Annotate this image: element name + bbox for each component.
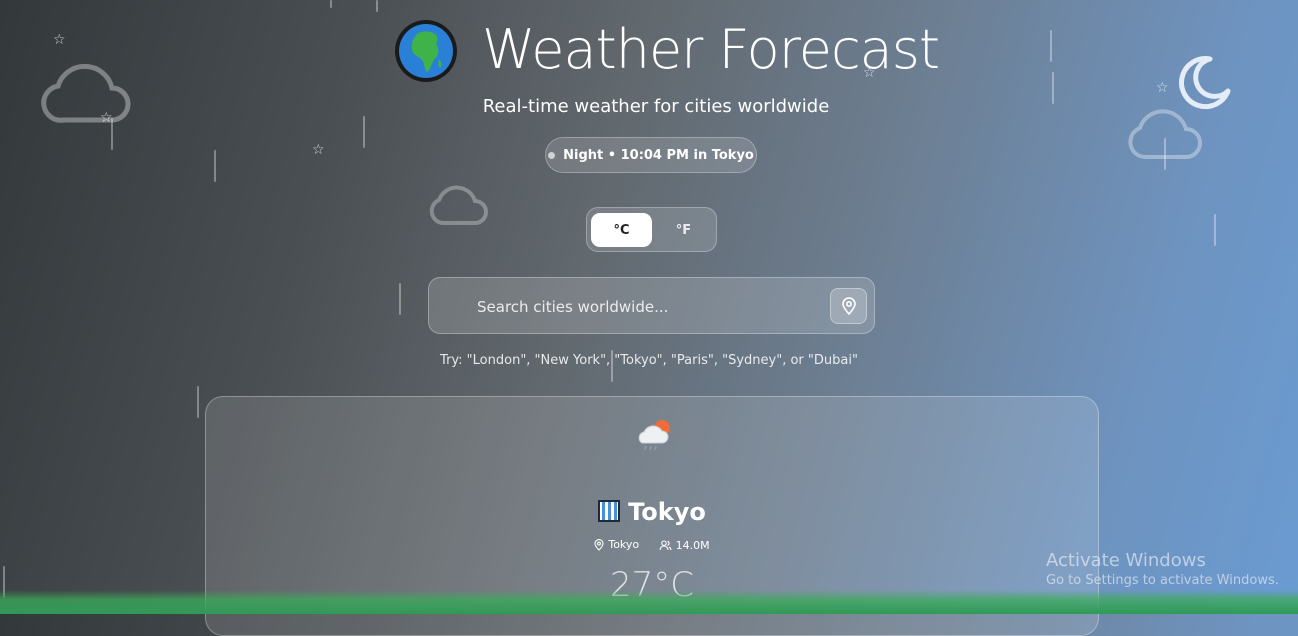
activate-windows-watermark: Activate Windows Go to Settings to activ… (1046, 550, 1279, 588)
unit-toggle: °C °F (586, 207, 717, 252)
rain-streak (399, 283, 401, 315)
ground-strip (0, 590, 1298, 614)
map-pin-icon (841, 297, 856, 315)
map-pin-icon (594, 538, 604, 551)
office-building-icon (598, 500, 621, 522)
location-info: Tokyo (594, 538, 639, 551)
rain-streak (376, 0, 378, 12)
rain-streak (363, 116, 365, 148)
city-search-input[interactable] (475, 290, 819, 324)
page-title: Weather Forecast (482, 18, 940, 81)
celsius-button[interactable]: °C (591, 213, 652, 247)
use-location-button[interactable] (830, 288, 867, 324)
rain-streak (214, 150, 216, 182)
star-icon: ☆ (312, 142, 325, 158)
watermark-title: Activate Windows (1046, 550, 1206, 571)
status-dot-icon (548, 151, 556, 159)
rain-streak (1050, 30, 1052, 62)
rain-streak (197, 386, 199, 418)
sun-behind-rain-cloud-icon (636, 417, 674, 453)
watermark-subtitle: Go to Settings to activate Windows. (1046, 573, 1279, 588)
page-subtitle: Real-time weather for cities worldwide (482, 96, 830, 117)
time-of-day-text: Night • 10:04 PM in Tokyo (563, 147, 754, 163)
population-info: 14.0M (659, 539, 710, 552)
search-hint: Try: "London", "New York", "Tokyo", "Par… (440, 353, 858, 368)
star-icon: ☆ (53, 32, 66, 48)
star-icon: ☆ (1156, 80, 1169, 96)
search-bar (428, 277, 875, 334)
population-text: 14.0M (675, 538, 710, 552)
city-meta: Tokyo 14.0M (206, 538, 1098, 554)
rain-streak (330, 0, 332, 8)
cloud-icon (427, 182, 489, 228)
time-of-day-badge: Night • 10:04 PM in Tokyo (545, 137, 757, 173)
city-name: Tokyo (206, 498, 1098, 526)
people-icon (659, 539, 672, 550)
globe-africa-icon (395, 20, 457, 82)
fahrenheit-button[interactable]: °F (653, 213, 714, 247)
location-text: Tokyo (608, 538, 640, 551)
rain-streak (1214, 214, 1216, 246)
